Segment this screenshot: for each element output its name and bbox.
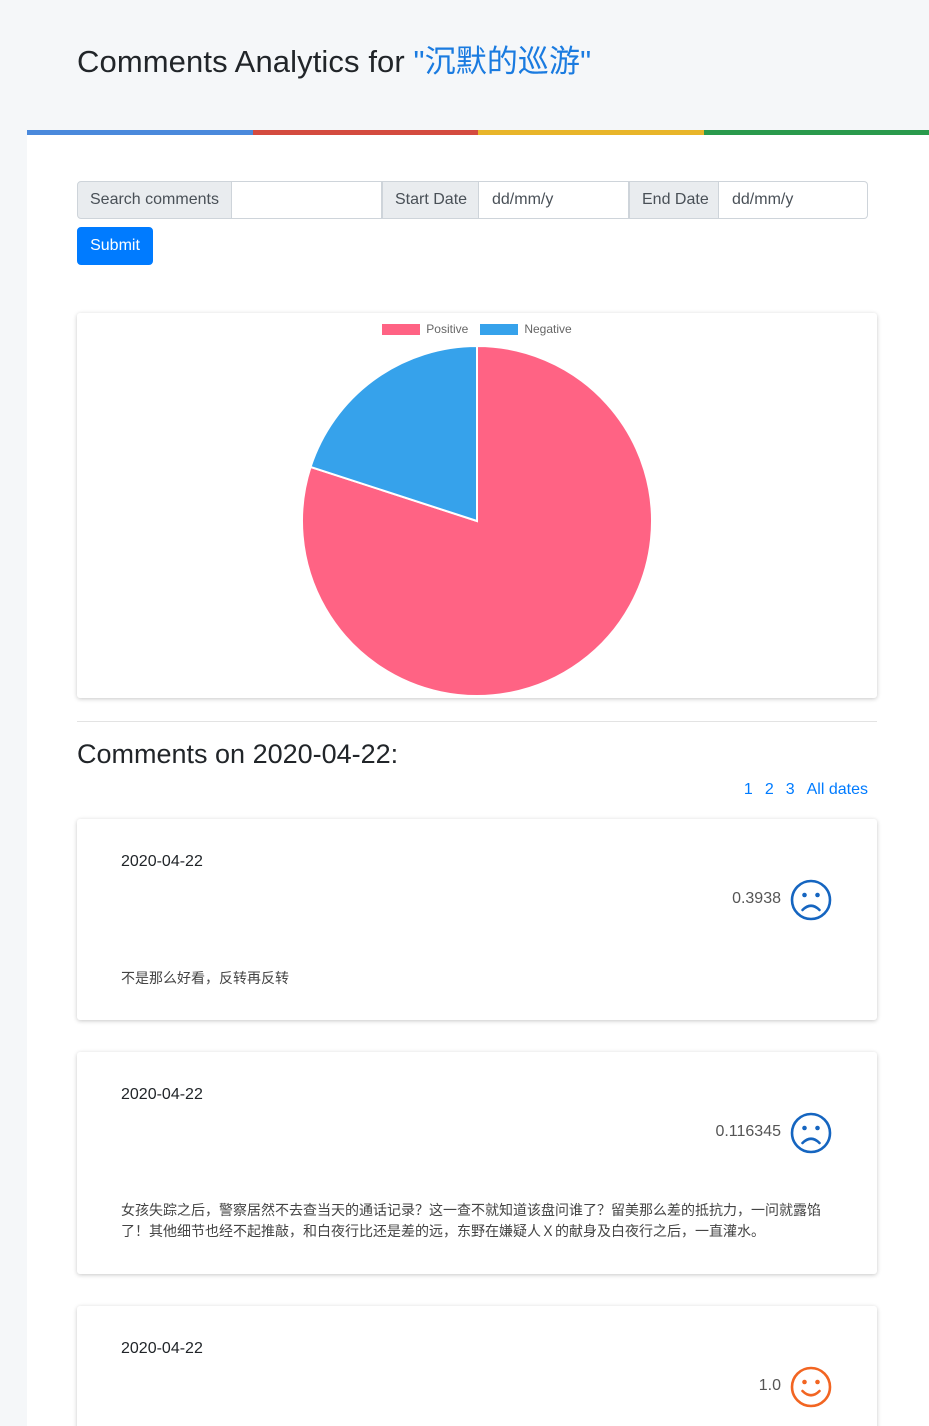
page-title: Comments Analytics for "沉默的巡游" bbox=[77, 36, 929, 81]
sentiment-chart-card: Positive Negative bbox=[77, 313, 877, 698]
end-date-label: End Date bbox=[629, 181, 719, 219]
sad-face-icon bbox=[790, 879, 832, 921]
submit-button[interactable]: Submit bbox=[77, 227, 153, 265]
page-title-prefix: Comments Analytics for bbox=[77, 44, 414, 79]
comments-section-title: Comments on 2020-04-22: bbox=[77, 739, 399, 769]
search-form: Search comments Start Date dd/mm/y End D… bbox=[77, 181, 868, 219]
comment-text: 女孩失踪之后，警察居然不去查当天的通话记录？这一查不就知道该盘问谁了？留美那么差… bbox=[121, 1203, 821, 1240]
comment-card: 2020-04-22 0.116345 女孩失踪之后，警察居然不去查当天的通话记… bbox=[77, 1052, 877, 1274]
start-date-input[interactable]: dd/mm/y bbox=[479, 181, 629, 219]
comment-score: 0.3938 bbox=[732, 890, 781, 907]
page-header: Comments Analytics for "沉默的巡游" bbox=[0, 0, 929, 130]
comment-text: 不是那么好看，反转再反转 bbox=[121, 971, 289, 987]
page-title-movie: "沉默的巡游" bbox=[413, 44, 592, 79]
sad-face-icon bbox=[790, 1112, 832, 1154]
comment-date: 2020-04-22 bbox=[121, 1086, 203, 1103]
page-link-3[interactable]: 3 bbox=[786, 781, 795, 799]
main-content: Search comments Start Date dd/mm/y End D… bbox=[27, 135, 929, 1426]
pagination: 1 2 3 All dates bbox=[744, 781, 868, 799]
all-dates-link[interactable]: All dates bbox=[807, 781, 868, 799]
section-divider bbox=[77, 721, 877, 722]
end-date-input[interactable]: dd/mm/y bbox=[719, 181, 868, 219]
search-comments-label: Search comments bbox=[77, 181, 232, 219]
pie-chart bbox=[301, 344, 653, 697]
start-date-label: Start Date bbox=[382, 181, 479, 219]
comment-date: 2020-04-22 bbox=[121, 1340, 203, 1357]
comment-score: 1.0 bbox=[758, 1377, 781, 1394]
search-comments-input[interactable] bbox=[232, 181, 382, 219]
comment-card: 2020-04-22 0.3938 不是那么好看，反转再反转 bbox=[77, 819, 877, 1020]
comment-date: 2020-04-22 bbox=[121, 853, 203, 870]
comment-score: 0.116345 bbox=[715, 1123, 781, 1140]
smile-face-icon bbox=[790, 1366, 832, 1408]
page-link-2[interactable]: 2 bbox=[765, 781, 774, 799]
page-link-1[interactable]: 1 bbox=[744, 781, 753, 799]
comment-card: 2020-04-22 1.0 bbox=[77, 1306, 877, 1426]
